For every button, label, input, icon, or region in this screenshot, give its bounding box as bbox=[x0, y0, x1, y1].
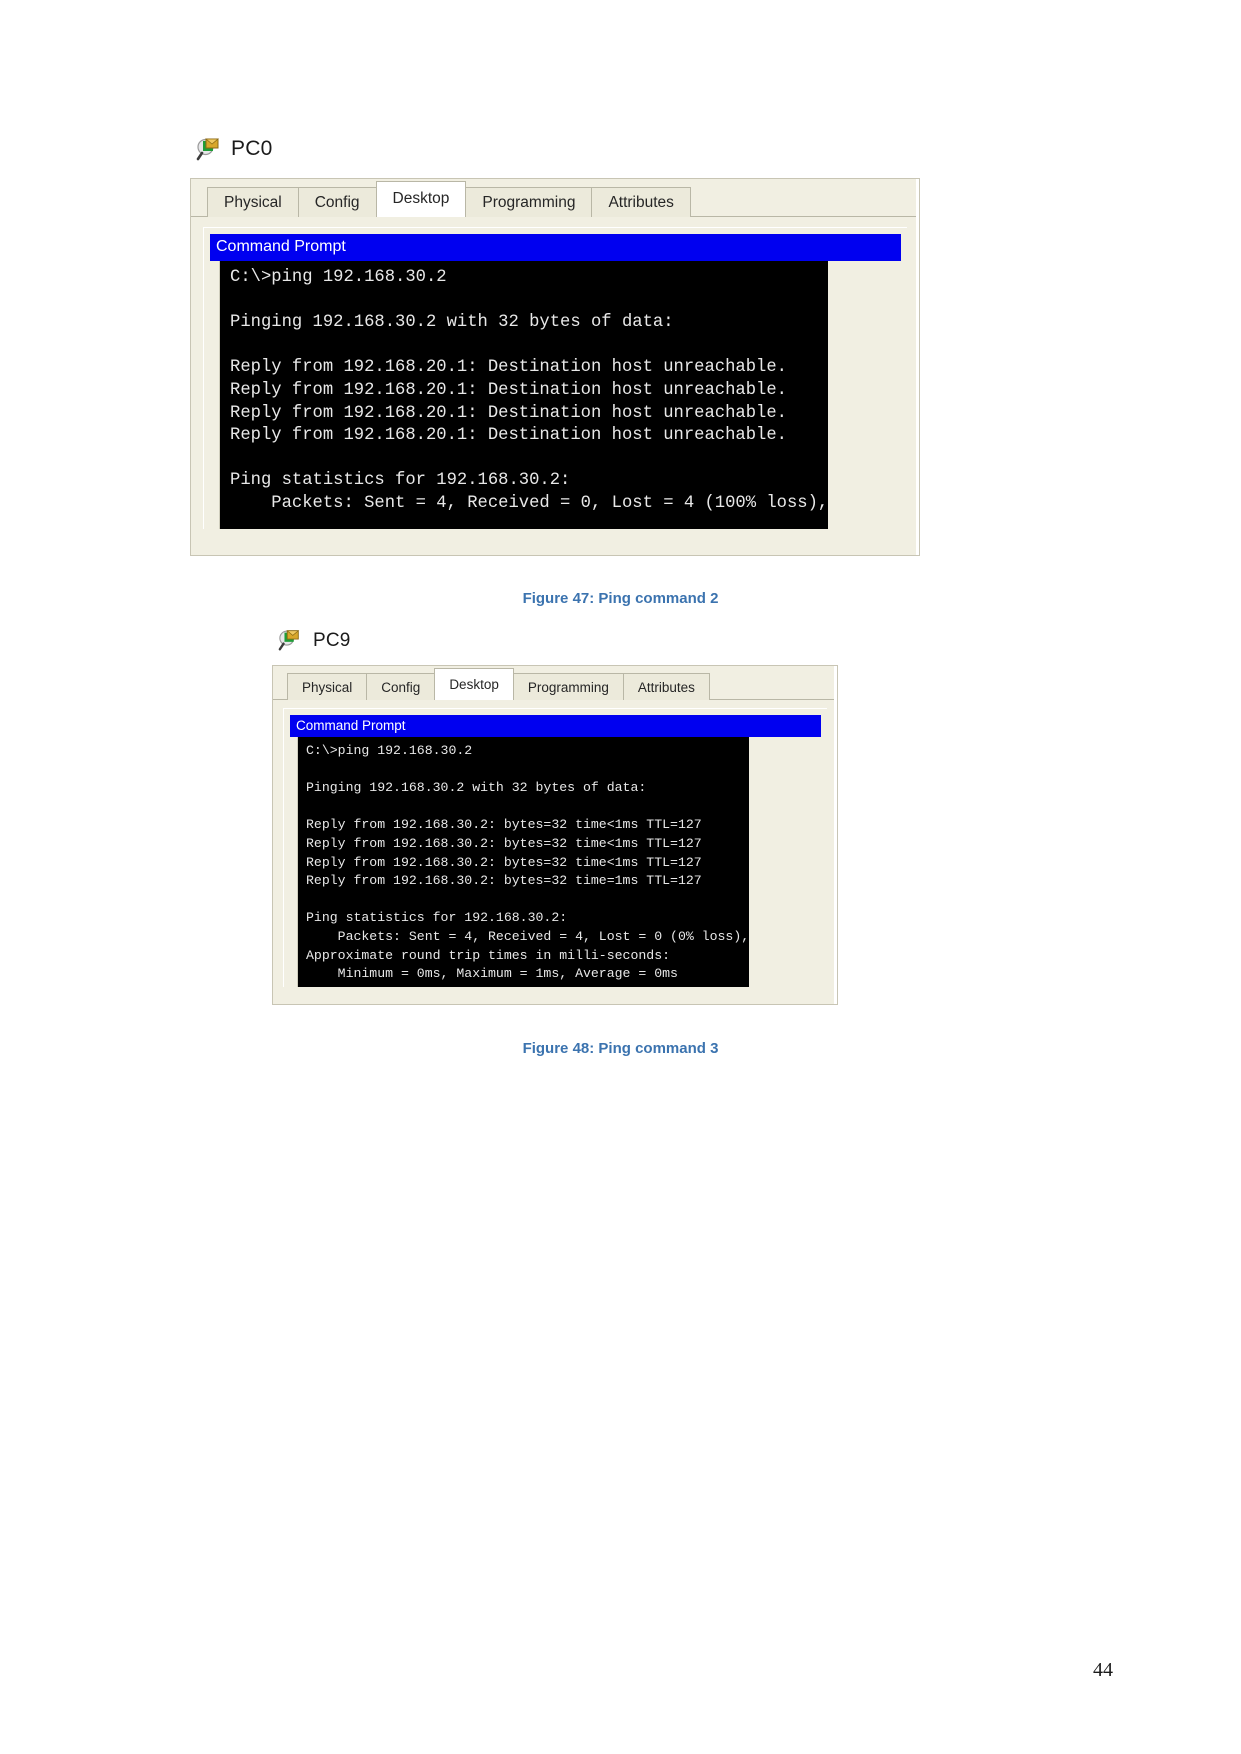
page-number: 44 bbox=[1093, 1659, 1113, 1681]
tab-physical[interactable]: Physical bbox=[207, 187, 299, 217]
tab-desktop[interactable]: Desktop bbox=[375, 181, 467, 217]
device-name-text: PC9 bbox=[313, 630, 351, 651]
console-line: Reply from 192.168.20.1: Destination hos… bbox=[230, 403, 787, 423]
console-line: Pinging 192.168.30.2 with 32 bytes of da… bbox=[230, 313, 674, 333]
tab-config[interactable]: Config bbox=[366, 673, 436, 700]
console-scrollbar[interactable] bbox=[210, 261, 220, 529]
window-body: Command Prompt C:\>ping 192.168.30.2 Pin… bbox=[191, 217, 919, 529]
command-prompt-titlebar: Command Prompt bbox=[210, 234, 901, 261]
command-prompt-panel: Command Prompt C:\>ping 192.168.30.2 Pin… bbox=[283, 708, 827, 987]
pc-magnifier-icon bbox=[196, 136, 222, 162]
tab-physical[interactable]: Physical bbox=[287, 673, 368, 700]
pc-magnifier-icon bbox=[278, 628, 304, 654]
device-label-pc9: PC9 bbox=[278, 628, 351, 654]
command-prompt-titlebar: Command Prompt bbox=[290, 715, 821, 737]
console-line: C:\>ping 192.168.30.2 bbox=[306, 743, 473, 758]
console-area: C:\>ping 192.168.30.2 Pinging 192.168.30… bbox=[210, 261, 901, 529]
window-body: Command Prompt C:\>ping 192.168.30.2 Pin… bbox=[273, 700, 837, 987]
device-name-text: PC0 bbox=[231, 137, 273, 160]
console-area: C:\>ping 192.168.30.2 Pinging 192.168.30… bbox=[290, 737, 821, 987]
tab-config[interactable]: Config bbox=[297, 187, 377, 217]
console-line: Reply from 192.168.20.1: Destination hos… bbox=[230, 380, 787, 400]
tab-programming[interactable]: Programming bbox=[465, 187, 593, 217]
console-line: Reply from 192.168.30.2: bytes=32 time=1… bbox=[306, 873, 702, 889]
tab-desktop[interactable]: Desktop bbox=[434, 668, 514, 700]
tabstrip: Physical Config Desktop Programming Attr… bbox=[273, 666, 837, 700]
console-line: Packets: Sent = 4, Received = 0, Lost = … bbox=[230, 493, 829, 513]
device-label-pc0: PC0 bbox=[196, 136, 272, 162]
console-line: Minimum = 0ms, Maximum = 1ms, Average = … bbox=[306, 966, 678, 982]
console-line: Pinging 192.168.30.2 with 32 bytes of da… bbox=[306, 780, 647, 796]
console-line: C:\>ping 192.168.30.2 bbox=[230, 268, 447, 287]
tabstrip: Physical Config Desktop Programming Attr… bbox=[191, 179, 919, 217]
console-line: Ping statistics for 192.168.30.2: bbox=[306, 910, 568, 926]
document-page: PC0 Physical Config Desktop Programming … bbox=[0, 0, 1241, 1754]
console-output: C:\>ping 192.168.30.2 Pinging 192.168.30… bbox=[298, 737, 750, 987]
console-line: Reply from 192.168.30.2: bytes=32 time<1… bbox=[306, 835, 702, 851]
console-line: Reply from 192.168.30.2: bytes=32 time<1… bbox=[306, 854, 702, 870]
console-line: Reply from 192.168.20.1: Destination hos… bbox=[230, 358, 787, 378]
console-scrollbar[interactable] bbox=[290, 737, 298, 987]
console-line: Reply from 192.168.20.1: Destination hos… bbox=[230, 426, 787, 446]
packet-tracer-window-pc0: Physical Config Desktop Programming Attr… bbox=[190, 178, 920, 556]
tab-attributes[interactable]: Attributes bbox=[591, 187, 691, 217]
command-prompt-panel: Command Prompt C:\>ping 192.168.30.2 Pin… bbox=[203, 227, 907, 529]
tab-attributes[interactable]: Attributes bbox=[622, 673, 710, 700]
console-line: Packets: Sent = 4, Received = 4, Lost = … bbox=[306, 928, 750, 944]
tab-programming[interactable]: Programming bbox=[512, 673, 624, 700]
packet-tracer-window-pc9: Physical Config Desktop Programming Attr… bbox=[272, 665, 838, 1005]
console-line: Ping statistics for 192.168.30.2: bbox=[230, 471, 571, 491]
figure-caption-47: Figure 47: Ping command 2 bbox=[522, 590, 719, 607]
figure-caption-48: Figure 48: Ping command 3 bbox=[522, 1040, 719, 1057]
console-line: Reply from 192.168.30.2: bytes=32 time<1… bbox=[306, 817, 702, 833]
console-line: Approximate round trip times in milli-se… bbox=[306, 947, 671, 963]
console-output: C:\>ping 192.168.30.2 Pinging 192.168.30… bbox=[220, 261, 829, 529]
